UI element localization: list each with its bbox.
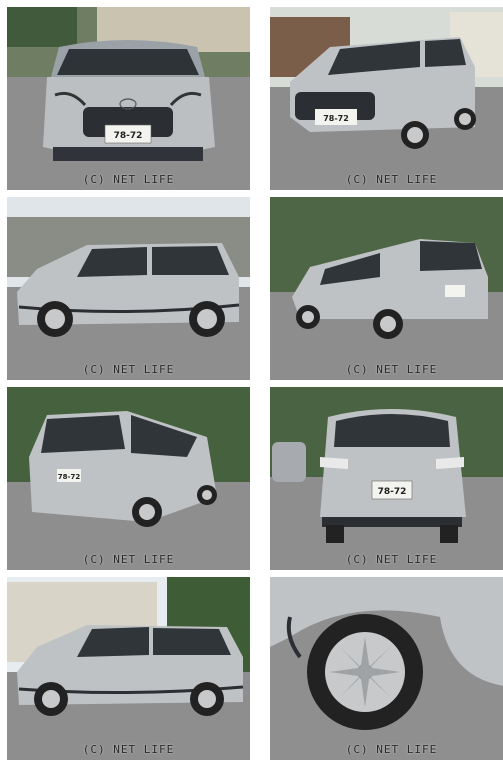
plate-text: 78-72: [58, 473, 81, 481]
car-rear-image: 78-72: [270, 387, 503, 570]
watermark: (C) NET LIFE: [345, 363, 438, 376]
plate-text: 78-72: [114, 131, 143, 141]
watermark: (C) NET LIFE: [82, 363, 175, 376]
car-front-quarter-image: 78-72: [270, 7, 503, 190]
watermark: (C) NET LIFE: [345, 743, 438, 756]
car-rear-quarter-image: [270, 197, 503, 380]
photo-rear[interactable]: 78-72 (C) NET LIFE: [270, 387, 503, 570]
car-left-side-image: [7, 197, 250, 380]
watermark: (C) NET LIFE: [345, 553, 438, 566]
plate-text: 78-72: [378, 487, 407, 497]
watermark: (C) NET LIFE: [82, 173, 175, 186]
photo-rear-left[interactable]: 78-72 (C) NET LIFE: [7, 387, 250, 570]
photo-front[interactable]: 78-72 (C) NET LIFE: [7, 7, 250, 190]
watermark: (C) NET LIFE: [82, 743, 175, 756]
plate-text: 78-72: [323, 114, 349, 123]
photo-front-quarter[interactable]: 78-72 (C) NET LIFE: [270, 7, 503, 190]
car-front-image: 78-72: [7, 7, 250, 190]
photo-rear-quarter[interactable]: (C) NET LIFE: [270, 197, 503, 380]
photo-gallery: 78-72 (C) NET LIFE 78-72 (C) NET LIFE (C…: [0, 0, 503, 761]
photo-left-side[interactable]: (C) NET LIFE: [7, 197, 250, 380]
wheel-closeup-image: [270, 577, 503, 760]
car-left-side-image-2: [7, 577, 250, 760]
car-rear-left-image: 78-72: [7, 387, 250, 570]
watermark: (C) NET LIFE: [82, 553, 175, 566]
watermark: (C) NET LIFE: [345, 173, 438, 186]
photo-wheel-closeup[interactable]: (C) NET LIFE: [270, 577, 503, 760]
photo-left-side-2[interactable]: (C) NET LIFE: [7, 577, 250, 760]
